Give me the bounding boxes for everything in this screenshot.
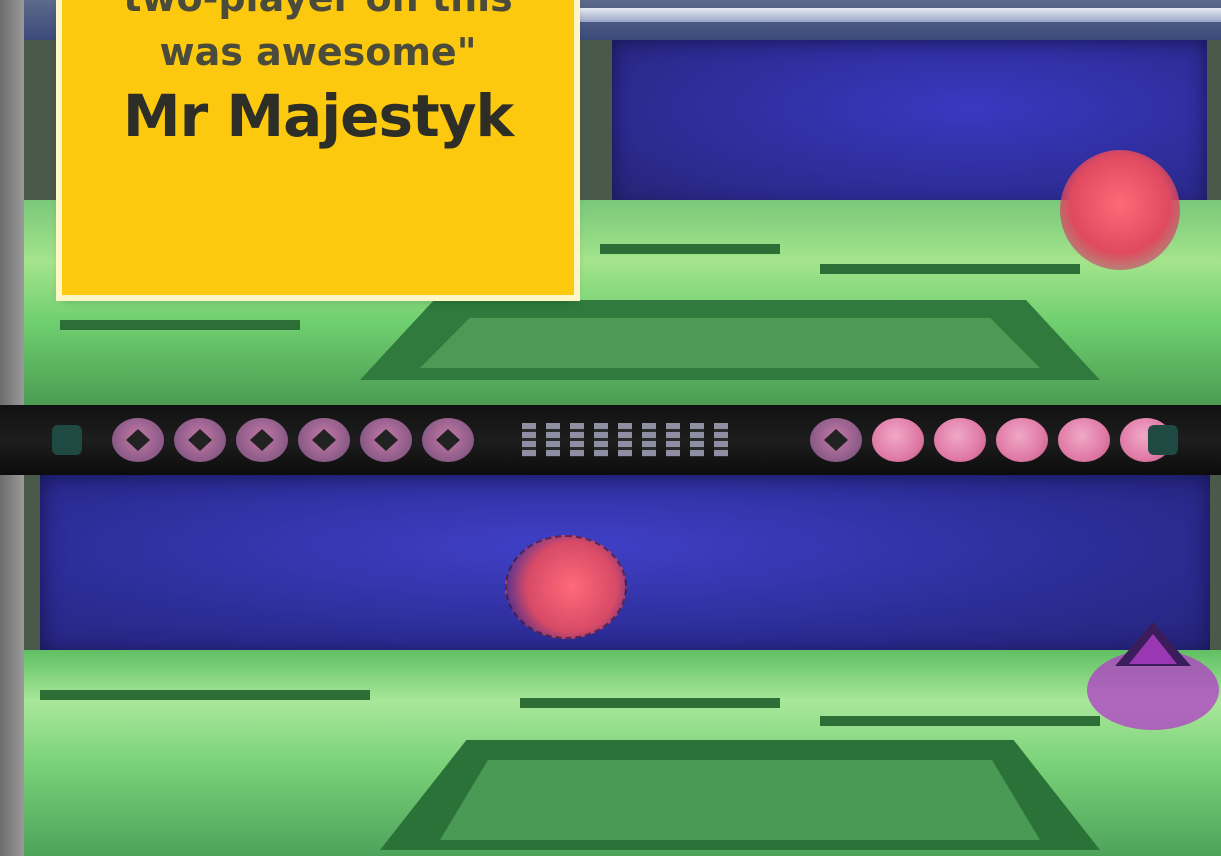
hud-endcap-left — [52, 425, 82, 455]
spaceship-icon — [1087, 622, 1219, 730]
player2-lives — [810, 418, 1172, 462]
grass-stripe — [820, 264, 1080, 274]
grass-stripe — [40, 690, 370, 700]
player1-lives — [112, 418, 474, 462]
score-digit — [714, 423, 728, 457]
hud-bar — [0, 405, 1221, 475]
quote-text-line1: two-player on this — [62, 0, 574, 20]
life-indicator — [934, 418, 986, 462]
life-indicator — [810, 418, 862, 462]
life-indicator — [174, 418, 226, 462]
grass-stripe — [600, 244, 780, 254]
top-rail — [580, 8, 1221, 22]
life-indicator — [360, 418, 412, 462]
red-ball-sprite — [1060, 150, 1180, 270]
score-digit — [522, 423, 536, 457]
hud-endcap-right — [1148, 425, 1178, 455]
score-digit — [546, 423, 560, 457]
score-display — [440, 419, 810, 461]
life-indicator — [112, 418, 164, 462]
score-digit — [594, 423, 608, 457]
score-digit — [642, 423, 656, 457]
life-indicator — [236, 418, 288, 462]
upper-floor-tile-inner — [420, 318, 1040, 368]
quote-text-line2: was awesome" — [159, 30, 477, 74]
game-screen: two-player on this was awesome" Mr Majes… — [0, 0, 1221, 856]
quote-author: Mr Majestyk — [122, 82, 514, 150]
middle-water-pool — [40, 475, 1210, 655]
score-digit — [570, 423, 584, 457]
score-digit — [666, 423, 680, 457]
lower-floor-tile-inner — [440, 760, 1040, 840]
grass-stripe — [60, 320, 300, 330]
grass-stripe — [520, 698, 780, 708]
player-ball-sprite — [505, 535, 627, 639]
grass-stripe — [820, 716, 1100, 726]
life-indicator — [996, 418, 1048, 462]
score-digit — [690, 423, 704, 457]
quote-box: two-player on this was awesome" Mr Majes… — [62, 0, 574, 295]
score-digit — [618, 423, 632, 457]
life-indicator — [872, 418, 924, 462]
life-indicator — [1058, 418, 1110, 462]
life-indicator — [298, 418, 350, 462]
